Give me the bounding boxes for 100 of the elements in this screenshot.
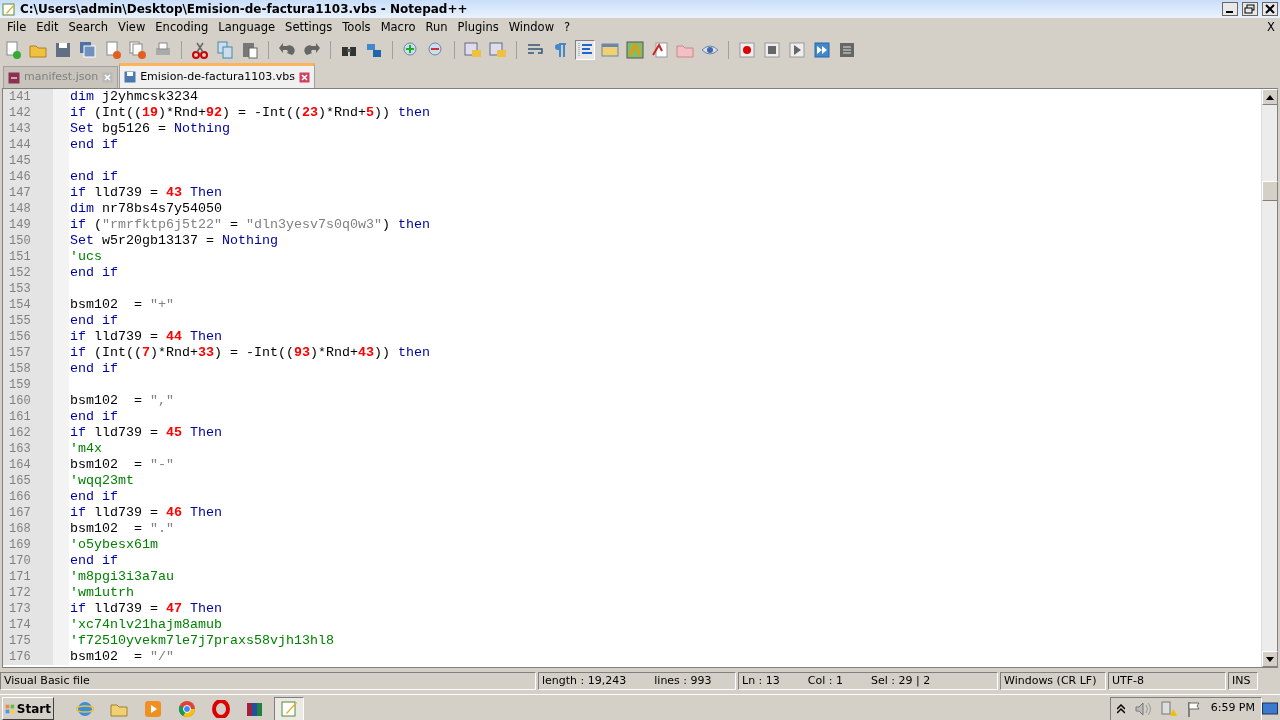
- mode-label: INS: [1232, 672, 1251, 689]
- globe-icon[interactable]: [76, 699, 94, 718]
- code-line: end if: [69, 409, 118, 425]
- panel-icon[interactable]: [601, 41, 619, 59]
- function-icon[interactable]: [651, 41, 669, 59]
- start-button[interactable]: Start: [2, 697, 54, 720]
- scissors-icon[interactable]: [191, 41, 209, 59]
- menu-item[interactable]: View: [113, 19, 151, 37]
- line-number: 168: [3, 521, 69, 537]
- window-icon[interactable]: [489, 41, 507, 59]
- length-label: length : 19,243: [542, 672, 627, 689]
- menu-item[interactable]: Tools: [337, 19, 376, 37]
- play-icon[interactable]: [788, 41, 806, 59]
- save-macro-icon[interactable]: [838, 41, 856, 59]
- record-icon[interactable]: [738, 41, 756, 59]
- ring-icon[interactable]: [212, 699, 230, 718]
- file-tab[interactable]: Emision-de-factura1103.vbs: [119, 63, 315, 88]
- code-line: if (Int((7)*Rnd+33) = -Int((93)*Rnd+43)) then: [69, 345, 430, 361]
- menu-item[interactable]: Macro: [375, 19, 421, 37]
- new-file-icon[interactable]: [4, 41, 22, 59]
- line-number: 147: [3, 185, 69, 201]
- line-number: 167: [3, 505, 69, 521]
- show-desktop-icon[interactable]: [1262, 701, 1278, 716]
- code-line: if (Int((19)*Rnd+92) = -Int((23)*Rnd+5)) then: [69, 105, 430, 121]
- line-number: 143: [3, 121, 69, 137]
- media-player-icon[interactable]: [144, 699, 162, 718]
- scroll-up-icon[interactable]: [1266, 94, 1274, 100]
- line-number: 149: [3, 217, 69, 233]
- zoom-in-icon[interactable]: [402, 41, 420, 59]
- save-icon[interactable]: [54, 41, 72, 59]
- zoom-out-icon[interactable]: [427, 41, 445, 59]
- line-number: 158: [3, 361, 69, 377]
- fast-forward-icon[interactable]: [813, 41, 831, 59]
- line-number: 157: [3, 345, 69, 361]
- menu-item[interactable]: File: [2, 19, 32, 37]
- code-line: bsm102 = ",": [69, 393, 174, 409]
- scroll-down-icon[interactable]: [1266, 656, 1274, 662]
- notepad-icon: [2, 2, 16, 16]
- line-number: 141: [3, 89, 69, 105]
- line-number: 163: [3, 441, 69, 457]
- menu-item[interactable]: Run: [420, 19, 453, 37]
- flag-icon[interactable]: [1186, 700, 1201, 717]
- menu-item[interactable]: Plugins: [452, 19, 504, 37]
- code-line: if lld739 = 44 Then: [69, 329, 222, 345]
- menu-item[interactable]: Encoding: [150, 19, 214, 37]
- code-line: 'f72510yvekm7le7j7praxs58vjh13hl8: [69, 633, 334, 649]
- replace-icon[interactable]: [365, 41, 383, 59]
- line-number: 174: [3, 617, 69, 633]
- menu-item[interactable]: Edit: [31, 19, 64, 37]
- line-number: 155: [3, 313, 69, 329]
- menu-item[interactable]: ?: [559, 19, 576, 37]
- menu-item[interactable]: Language: [213, 19, 281, 37]
- line-number: 172: [3, 585, 69, 601]
- encoding-label: UTF-8: [1112, 672, 1145, 689]
- line-number: 153: [3, 281, 69, 297]
- indent-guide-icon[interactable]: [576, 41, 594, 59]
- selection-label: Sel : 29 | 2: [870, 672, 931, 689]
- code-line: dim nr78bs4s7y54050: [69, 201, 222, 217]
- code-line: 'o5ybesx61m: [69, 537, 158, 553]
- line-number: 162: [3, 425, 69, 441]
- code-line: 'xc74nlv21hajm8amub: [69, 617, 222, 633]
- copy-icon[interactable]: [216, 41, 234, 59]
- menu-item[interactable]: Window: [503, 19, 560, 37]
- code-line: end if: [69, 265, 118, 281]
- close-all-icon[interactable]: [129, 41, 147, 59]
- code-line: 'wqq23mt: [69, 473, 134, 489]
- line-number: 159: [3, 377, 69, 393]
- code-line: bsm102 = "+": [69, 297, 174, 313]
- menu-item[interactable]: Settings: [280, 19, 338, 37]
- line-number: 156: [3, 329, 69, 345]
- notepad-icon[interactable]: [280, 699, 298, 718]
- close-document-button[interactable]: X: [1267, 19, 1275, 37]
- window-icon[interactable]: [464, 41, 482, 59]
- code-line: if ("rmrfktp6j5t22" = "dln3yesv7s0q0w3") then: [69, 217, 430, 233]
- column-label: Col : 1: [807, 672, 843, 689]
- code-line: end if: [69, 313, 118, 329]
- line-number: 173: [3, 601, 69, 617]
- code-line: bsm102 = "-": [69, 457, 174, 473]
- code-line: 'wm1utrh: [69, 585, 134, 601]
- code-line: if lld739 = 47 Then: [69, 601, 222, 617]
- save-all-icon[interactable]: [79, 41, 97, 59]
- chevron-up-icon[interactable]: [1116, 703, 1125, 714]
- line-number: 176: [3, 649, 69, 665]
- line-number: 161: [3, 409, 69, 425]
- close-icon[interactable]: [1262, 2, 1278, 16]
- scrollbar-thumb[interactable]: [1262, 181, 1278, 201]
- menu-item[interactable]: Search: [63, 19, 114, 37]
- code-line: Set w5r20gb13137 = Nothing: [69, 233, 278, 249]
- paste-icon[interactable]: [241, 41, 259, 59]
- browser-icon[interactable]: [178, 699, 196, 718]
- restore-icon[interactable]: [1242, 2, 1258, 16]
- line-number: 154: [3, 297, 69, 313]
- line-number: 171: [3, 569, 69, 585]
- close-file-icon[interactable]: [104, 41, 122, 59]
- minimize-icon[interactable]: [1222, 2, 1238, 16]
- line-number: 164: [3, 457, 69, 473]
- speaker-icon[interactable]: [1134, 701, 1151, 716]
- code-line: Set bg5126 = Nothing: [69, 121, 230, 137]
- line-number: 166: [3, 489, 69, 505]
- stop-icon[interactable]: [763, 41, 781, 59]
